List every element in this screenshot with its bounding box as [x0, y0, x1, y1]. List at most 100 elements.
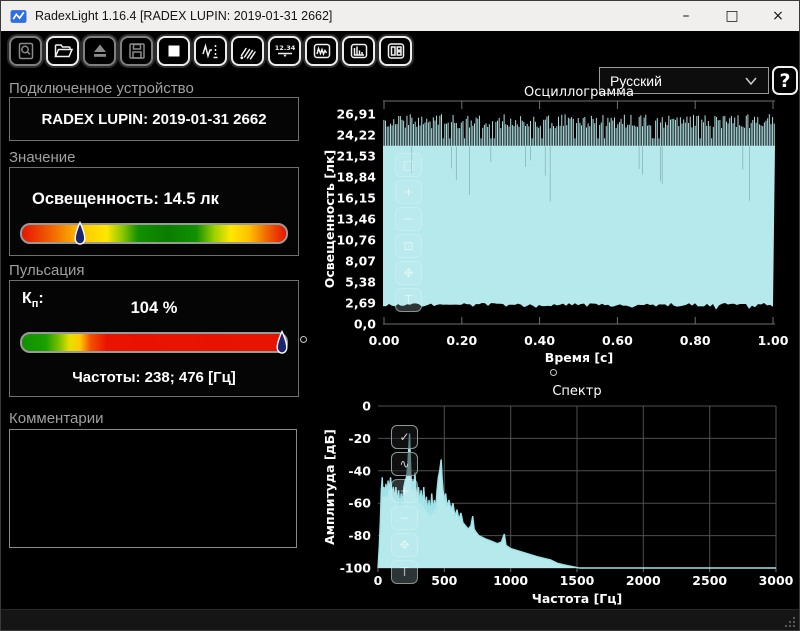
- y-tick-label: 0,0: [354, 317, 376, 332]
- value-box: Освещенность: 14.5 лк: [9, 167, 299, 256]
- chart-title: Осциллограмма: [524, 85, 634, 100]
- kp-value: 104 %: [10, 299, 298, 318]
- resize-grip-icon[interactable]: [783, 615, 797, 629]
- zoom-out-icon[interactable]: −: [391, 506, 418, 530]
- y-axis-label: Освещенность [лк]: [322, 150, 337, 289]
- y-tick-label: 0: [362, 399, 371, 414]
- layout-icon: [386, 41, 406, 61]
- y-tick-label: 21,53: [336, 149, 376, 164]
- x-tick-label: 0.00: [369, 333, 400, 348]
- y-tick-label: 10,76: [336, 233, 376, 248]
- title-bar[interactable]: RadexLight 1.16.4 [RADEX LUPIN: 2019-01-…: [1, 1, 800, 31]
- y-tick-label: 18,84: [336, 170, 376, 185]
- x-tick-label: 0.80: [680, 333, 711, 348]
- x-tick-label: 0: [374, 573, 383, 588]
- illuminance-reading: Освещенность: 14.5 лк: [32, 190, 219, 209]
- x-tick-label: 3000: [759, 573, 794, 588]
- x-tick-label: 0.20: [446, 333, 477, 348]
- pan-icon[interactable]: ✥: [395, 261, 422, 285]
- text-tool-icon[interactable]: T: [391, 560, 418, 584]
- save-button[interactable]: [120, 36, 153, 66]
- device-box: RADEX LUPIN: 2019-01-31 2662: [9, 97, 299, 141]
- measurement-settings-button[interactable]: [194, 36, 227, 66]
- y-tick-label: 2,69: [345, 296, 376, 311]
- oscillogram-view-button[interactable]: [305, 36, 338, 66]
- toolbar: 12.34: [1, 31, 800, 71]
- x-axis-label: Частота [Гц]: [532, 591, 622, 606]
- y-tick-label: -40: [348, 463, 371, 478]
- x-tick-label: 2500: [692, 573, 727, 588]
- app-window: RadexLight 1.16.4 [RADEX LUPIN: 2019-01-…: [0, 0, 800, 631]
- x-tick-label: 0.60: [602, 333, 633, 348]
- window-title: RadexLight 1.16.4 [RADEX LUPIN: 2019-01-…: [35, 9, 332, 23]
- pan-icon[interactable]: ✥: [391, 533, 418, 557]
- pulsation-scale-bar: [20, 332, 288, 353]
- digital-display-button[interactable]: 12.34: [268, 36, 301, 66]
- curve-icon[interactable]: ∿: [391, 452, 418, 476]
- y-tick-label: 16,15: [336, 191, 376, 206]
- oscillogram-icon: [312, 41, 332, 61]
- device-section-label: Подключенное устройство: [9, 80, 194, 97]
- x-axis-label: Время [с]: [545, 350, 613, 365]
- status-bar: [1, 609, 800, 631]
- eject-button[interactable]: [83, 36, 116, 66]
- zoom-box-icon[interactable]: □: [395, 153, 422, 177]
- x-tick-label: 500: [431, 573, 457, 588]
- zoom-reset-icon[interactable]: ⊡: [395, 234, 422, 258]
- spectrum-bars-icon: [349, 41, 369, 61]
- comments-input[interactable]: [9, 429, 297, 548]
- x-tick-label: 1000: [493, 573, 528, 588]
- text-tool-icon[interactable]: T: [395, 288, 422, 312]
- x-tick-label: 1500: [560, 573, 595, 588]
- sensor-rays-button[interactable]: [231, 36, 264, 66]
- y-tick-label: 24,22: [336, 128, 376, 143]
- pulsation-section-label: Пульсация: [9, 262, 84, 279]
- comments-section-label: Комментарии: [9, 410, 103, 427]
- y-tick-label: 26,91: [336, 107, 376, 122]
- digits-display-icon: 12.34: [275, 41, 295, 61]
- y-tick-label: 8,07: [345, 254, 376, 269]
- y-tick-label: -20: [348, 431, 371, 446]
- toolbar-buttons: 12.34: [9, 36, 412, 66]
- x-tick-label: 1.00: [758, 333, 789, 348]
- y-tick-label: -80: [348, 528, 371, 543]
- y-axis-label: Амплитуда [дБ]: [322, 429, 337, 545]
- chart-title: Спектр: [552, 384, 601, 399]
- zoom-in-icon[interactable]: +: [395, 180, 422, 204]
- maximize-button[interactable]: □: [709, 1, 755, 31]
- open-folder-icon: [53, 41, 73, 61]
- illuminance-scale-bar: [20, 223, 288, 244]
- vertical-splitter-handle[interactable]: [300, 336, 307, 343]
- magnifier-icon: [16, 41, 36, 61]
- x-tick-label: 0.40: [524, 333, 555, 348]
- stop-button[interactable]: [157, 36, 190, 66]
- pulsation-box: Кп: 104 % Частоты: 238; 476 [Гц]: [9, 280, 299, 397]
- check-icon[interactable]: ✓: [391, 425, 418, 449]
- minimize-button[interactable]: –: [663, 1, 709, 31]
- zoom-in-icon[interactable]: +: [391, 479, 418, 503]
- pulse-markers-icon: [201, 41, 221, 61]
- frequencies-text: Частоты: 238; 476 [Гц]: [10, 369, 298, 386]
- y-tick-label: 5,38: [345, 275, 376, 290]
- x-tick-label: 2000: [626, 573, 661, 588]
- floppy-icon: [127, 41, 147, 61]
- y-tick-label: -100: [340, 561, 372, 576]
- zoom-out-icon[interactable]: −: [395, 207, 422, 231]
- horizontal-splitter-handle[interactable]: [550, 369, 557, 376]
- stop-square-icon: [164, 41, 184, 61]
- layout-view-button[interactable]: [379, 36, 412, 66]
- device-name: RADEX LUPIN: 2019-01-31 2662: [41, 111, 266, 128]
- y-tick-label: -60: [348, 496, 371, 511]
- open-file-button[interactable]: [46, 36, 79, 66]
- y-tick-label: 13,46: [336, 212, 376, 227]
- illuminance-marker[interactable]: [74, 221, 86, 248]
- spectrum-view-button[interactable]: [342, 36, 375, 66]
- light-rays-icon: [238, 41, 258, 61]
- app-icon: [10, 8, 27, 25]
- value-section-label: Значение: [9, 149, 76, 166]
- find-device-button[interactable]: [9, 36, 42, 66]
- svg-text:12.34: 12.34: [275, 44, 295, 52]
- spectrum-zoom-toolbar: ✓ ∿ + − ✥ T: [391, 425, 418, 584]
- pulsation-marker[interactable]: [276, 330, 288, 357]
- close-button[interactable]: ×: [755, 1, 800, 31]
